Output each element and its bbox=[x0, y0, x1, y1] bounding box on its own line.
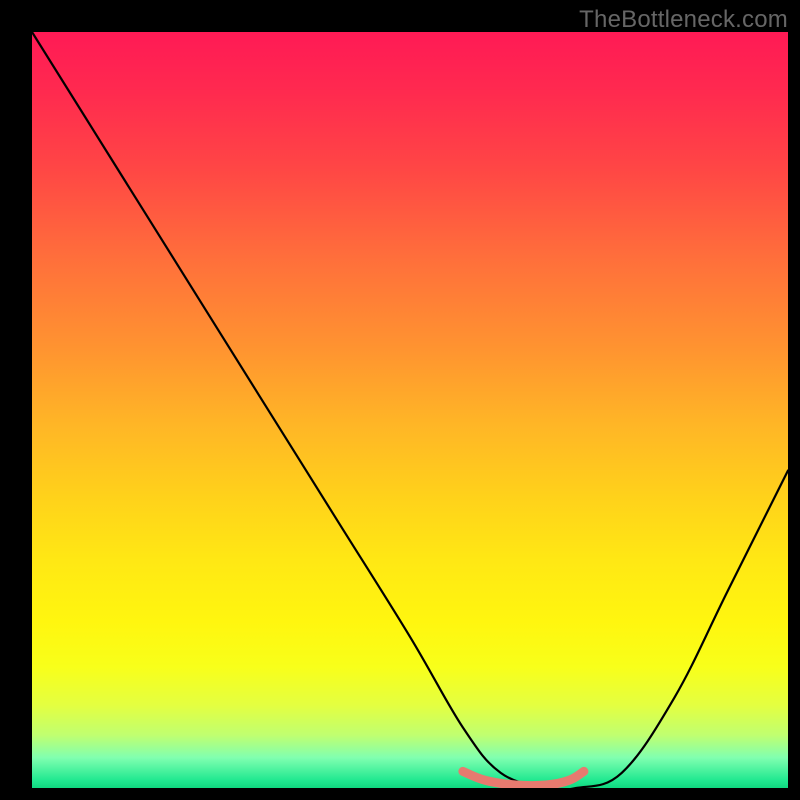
chart-svg bbox=[32, 32, 788, 788]
optimal-range-highlight bbox=[463, 771, 584, 785]
chart-plot-area bbox=[32, 32, 788, 788]
bottleneck-curve-line bbox=[32, 32, 788, 788]
watermark-text: TheBottleneck.com bbox=[579, 6, 788, 34]
